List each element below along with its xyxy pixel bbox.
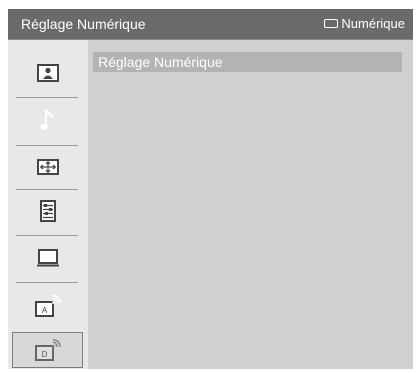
picture-icon	[36, 64, 59, 82]
input-source-indicator: Numérique	[324, 16, 405, 31]
digital-letter: D	[41, 350, 47, 359]
input-source-label: Numérique	[341, 16, 405, 31]
pc-monitor-icon	[36, 249, 59, 267]
page-title: Réglage Numérique	[21, 16, 146, 32]
divider	[16, 145, 78, 146]
menu-item-digital-setup[interactable]: Réglage Numérique	[93, 52, 402, 72]
divider	[16, 282, 78, 283]
sidebar-item-pc[interactable]	[12, 240, 83, 276]
analog-tuning-icon: A	[34, 295, 61, 317]
sidebar: A D	[8, 40, 88, 369]
screen-adjust-icon	[36, 159, 59, 175]
sidebar-item-screen[interactable]	[12, 149, 83, 185]
analog-letter: A	[41, 306, 47, 315]
digital-tuning-icon: D	[34, 339, 61, 361]
sidebar-item-digital[interactable]: D	[12, 332, 83, 368]
divider	[16, 97, 78, 98]
sidebar-item-setup[interactable]	[12, 193, 83, 229]
header-bar: Réglage Numérique Numérique	[8, 9, 413, 40]
tv-box-icon	[324, 19, 339, 28]
menu-item-label: Réglage Numérique	[98, 54, 223, 70]
main-content: Réglage Numérique	[88, 40, 413, 369]
divider	[16, 235, 78, 236]
divider	[16, 189, 78, 190]
settings-list-icon	[39, 200, 56, 222]
settings-window: Réglage Numérique Numérique A D Réglage …	[8, 9, 413, 369]
sidebar-item-analog[interactable]: A	[12, 288, 83, 324]
music-note-icon	[39, 109, 53, 130]
sidebar-item-sound[interactable]	[12, 102, 83, 138]
sidebar-item-picture[interactable]	[12, 55, 83, 91]
